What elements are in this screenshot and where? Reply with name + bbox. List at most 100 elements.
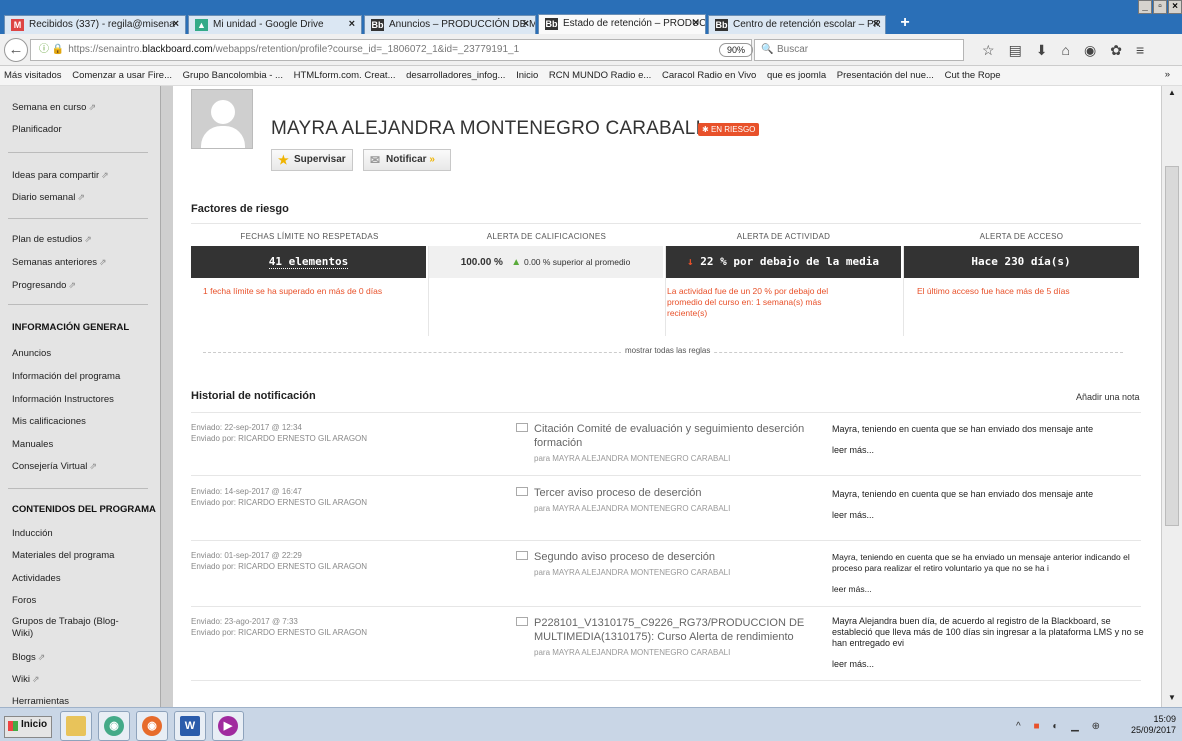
scrollbar-thumb[interactable] — [1165, 166, 1179, 526]
close-tab-icon[interactable]: × — [523, 18, 529, 30]
sidebar-item-foros[interactable]: Foros — [12, 595, 36, 606]
sidebar-item-planificador[interactable]: Planificador — [12, 124, 62, 135]
scroll-up-icon[interactable]: ▲ — [1165, 88, 1179, 100]
explorer-taskbar-app[interactable] — [60, 711, 92, 741]
notification-subject[interactable]: Tercer aviso proceso de deserción para M… — [516, 486, 826, 516]
divider — [428, 246, 429, 336]
media-taskbar-app[interactable]: ▶ — [212, 711, 244, 741]
sidebar-item-calificaciones[interactable]: Mis calificaciones — [12, 416, 86, 427]
read-more-link[interactable]: leer más... — [832, 584, 1147, 595]
show-hidden-icon[interactable]: ^ — [1016, 721, 1026, 732]
sidebar-item-actividades[interactable]: Actividades — [12, 573, 61, 584]
notification-message: Mayra, teniendo en cuenta que se ha envi… — [832, 552, 1147, 595]
sidebar-item-info-instructores[interactable]: Información Instructores — [12, 394, 114, 405]
sidebar-item-grupos[interactable]: Grupos de Trabajo (Blog- — [12, 616, 119, 627]
notification-subject[interactable]: Citación Comité de evaluación y seguimie… — [516, 422, 826, 466]
firefox-taskbar-app[interactable]: ◉ — [136, 711, 168, 741]
column-header: ALERTA DE ACTIVIDAD — [736, 232, 831, 241]
bookmark-item[interactable]: Más visitados — [4, 70, 62, 81]
notification-subject[interactable]: P228101_V1310175_C9226_RG73/PRODUCCION D… — [516, 616, 826, 660]
sidebar-item-induccion[interactable]: Inducción — [12, 528, 53, 539]
close-tab-icon[interactable]: × — [349, 18, 355, 30]
tab-centro-retencion[interactable]: Bb Centro de retención escolar – PR × — [708, 15, 886, 34]
download-icon[interactable]: ⬇ — [1036, 42, 1048, 59]
bookmark-item[interactable]: Cut the Rope — [945, 70, 1001, 81]
chrome-taskbar-app[interactable]: ◉ — [98, 711, 130, 741]
bookmark-item[interactable]: desarrolladores_infog... — [406, 70, 505, 81]
bookmark-star-icon[interactable]: ☆ — [982, 42, 995, 59]
sidebar-item-info-programa[interactable]: Información del programa — [12, 371, 120, 382]
sidebar-item-plan-estudios[interactable]: Plan de estudios ⇗ — [12, 234, 92, 245]
read-more-link[interactable]: leer más... — [832, 510, 1147, 521]
extension-icon[interactable]: ✿ — [1110, 42, 1122, 59]
bookmark-item[interactable]: que es joomla — [767, 70, 826, 81]
menu-icon[interactable]: ≡ — [1136, 42, 1144, 59]
url-bar[interactable]: ⓘ 🔒 https://senaintro.blackboard.com/weba… — [30, 39, 769, 61]
tab-gmail[interactable]: M Recibidos (337) - regila@misena × — [4, 15, 186, 34]
sidebar-item-materiales[interactable]: Materiales del programa — [12, 550, 114, 561]
volume-icon[interactable]: ◐ — [1052, 721, 1063, 732]
tab-estado-retencion[interactable]: Bb Estado de retención – PRODUC × — [538, 14, 706, 34]
sidebar-item-progresando[interactable]: Progresando ⇗ — [12, 280, 76, 291]
zoom-indicator[interactable]: 90% — [719, 43, 753, 57]
sidebar-item-semanas-anteriores[interactable]: Semanas anteriores ⇗ — [12, 257, 107, 268]
bookmark-item[interactable]: Caracol Radio en Vivo — [662, 70, 756, 81]
sidebar-item-herramientas[interactable]: Herramientas — [12, 696, 69, 707]
word-taskbar-app[interactable]: W — [174, 711, 206, 741]
sidebar-item-manuales[interactable]: Manuales — [12, 439, 53, 450]
bookmark-item[interactable]: Inicio — [516, 70, 538, 81]
back-button[interactable]: ← — [4, 38, 28, 62]
close-tab-icon[interactable]: × — [873, 18, 879, 30]
sidebar-item-anuncios[interactable]: Anuncios — [12, 348, 51, 359]
sidebar-item-diario[interactable]: Diario semanal ⇗ — [12, 192, 85, 203]
minimize-icon[interactable]: _ — [1138, 0, 1152, 14]
sidebar-scrollbar[interactable] — [160, 86, 173, 707]
deadlines-cell[interactable]: 41 elementos — [191, 246, 426, 278]
more-bookmarks-icon[interactable]: » — [1165, 69, 1170, 80]
start-button[interactable]: Inicio — [4, 716, 53, 738]
new-tab-button[interactable]: + — [896, 14, 914, 32]
scroll-down-icon[interactable]: ▼ — [1165, 693, 1179, 705]
sidebar-item-grupos-wiki[interactable]: Wiki) — [12, 628, 33, 639]
notification-meta: Enviado: 14-sep-2017 @ 16:47 Enviado por:… — [191, 487, 368, 507]
bookmark-item[interactable]: Comenzar a usar Fire... — [72, 70, 172, 81]
page-scrollbar[interactable]: ▲ ▼ — [1161, 86, 1182, 707]
sidebar-item-consejeria[interactable]: Consejería Virtual ⇗ — [12, 461, 97, 472]
clock[interactable]: 15:09 25/09/2017 — [1131, 714, 1176, 736]
bookmark-item[interactable]: RCN MUNDO Radio e... — [549, 70, 651, 81]
sidebar-item-semana-en-curso[interactable]: Semana en curso ⇗ — [12, 102, 96, 113]
notify-button[interactable]: ✉ Notificar » — [363, 149, 451, 171]
close-tab-icon[interactable]: × — [173, 18, 179, 30]
add-note-link[interactable]: Añadir una nota — [1076, 392, 1140, 402]
bookmark-item[interactable]: HTMLform.com. Creat... — [294, 70, 396, 81]
home-icon[interactable]: ⌂ — [1062, 42, 1070, 59]
sync-icon[interactable]: ⊕ — [1092, 721, 1105, 732]
close-window-icon[interactable]: × — [1168, 0, 1182, 14]
sidebar-item-ideas[interactable]: Ideas para compartir ⇗ — [12, 170, 109, 181]
sidebar-item-blogs[interactable]: Blogs ⇗ — [12, 652, 45, 663]
bookmark-item[interactable]: Presentación del nue... — [837, 70, 934, 81]
url-prefix: https://senaintro. — [68, 44, 143, 55]
read-more-link[interactable]: leer más... — [832, 445, 1147, 456]
column-header: FECHAS LÍMITE NO RESPETADAS — [240, 232, 379, 241]
notification-subject[interactable]: Segundo aviso proceso de deserción para … — [516, 550, 826, 580]
network-icon[interactable]: ▁ — [1071, 721, 1084, 732]
notification-meta: Enviado: 01-sep-2017 @ 22:29 Enviado por:… — [191, 551, 368, 571]
retention-profile: MAYRA ALEJANDRA MONTENEGRO CARABALI ✱ EN… — [173, 86, 1161, 707]
search-input[interactable]: 🔍 Buscar — [754, 39, 964, 61]
tab-anuncios[interactable]: Bb Anuncios – PRODUCCIÓN DE MU × — [364, 15, 536, 34]
restore-icon[interactable]: ▫ — [1153, 0, 1167, 14]
reading-list-icon[interactable]: ▤ — [1009, 42, 1022, 59]
divider — [191, 680, 1141, 681]
tab-drive[interactable]: ▲ Mi unidad - Google Drive × — [188, 15, 362, 34]
supervise-button[interactable]: ★ Supervisar — [271, 149, 353, 171]
read-more-link[interactable]: leer más... — [832, 659, 1147, 670]
pocket-icon[interactable]: ◉ — [1084, 42, 1096, 59]
close-tab-icon[interactable]: × — [693, 17, 699, 29]
sidebar-item-wiki[interactable]: Wiki ⇗ — [12, 674, 40, 685]
chevron-down-icon: » — [429, 154, 435, 165]
deadline-detail: 1 fecha límite se ha superado en más de … — [203, 286, 383, 296]
bookmark-item[interactable]: Grupo Bancolombia - ... — [183, 70, 283, 81]
show-all-rules-link[interactable]: mostrar todas las reglas — [621, 346, 715, 355]
app-tray-icon[interactable]: ■ — [1033, 721, 1044, 732]
